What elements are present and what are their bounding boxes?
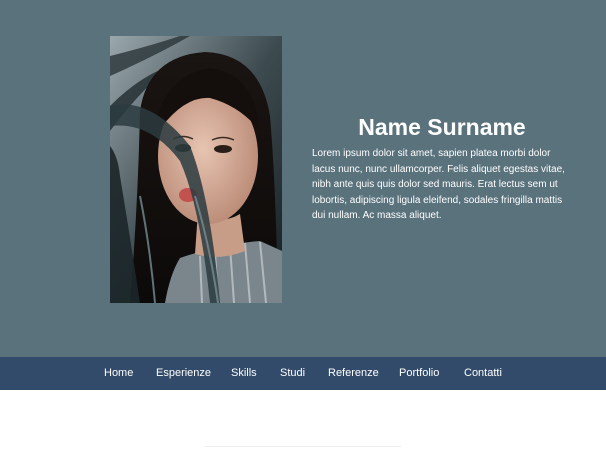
main-navbar: Home Esperienze Skills Studi Referenze P… xyxy=(0,357,606,390)
nav-link-esperienze[interactable]: Esperienze xyxy=(156,357,211,390)
nav-link-portfolio[interactable]: Portfolio xyxy=(399,357,439,390)
nav-link-studi[interactable]: Studi xyxy=(280,357,305,390)
nav-link-contatti[interactable]: Contatti xyxy=(464,357,502,390)
section-divider xyxy=(205,446,401,447)
hero-section: Name Surname Lorem ipsum dolor sit amet,… xyxy=(0,0,606,357)
profile-bio: Lorem ipsum dolor sit amet, sapien plate… xyxy=(312,148,565,221)
nav-link-skills[interactable]: Skills xyxy=(231,357,257,390)
nav-link-home[interactable]: Home xyxy=(104,357,133,390)
profile-photo-image xyxy=(110,36,282,303)
profile-name: Name Surname xyxy=(358,114,526,140)
profile-photo xyxy=(110,36,282,303)
nav-link-referenze[interactable]: Referenze xyxy=(328,357,379,390)
nav-list: Home Esperienze Skills Studi Referenze P… xyxy=(0,357,606,390)
